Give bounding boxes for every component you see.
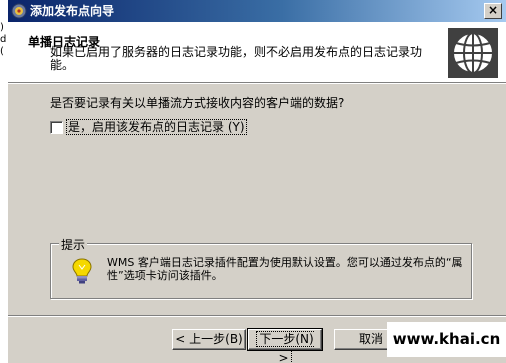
enable-logging-checkbox[interactable] [50,121,63,134]
background-glyph: ) [0,22,4,33]
watermark-text: www.khai.cn [387,322,506,357]
background-glyph: d [0,34,7,45]
media-services-icon [11,3,27,19]
back-button[interactable]: < 上一步(B) [172,329,246,350]
wizard-header: 单播日志记录 如果已启用了服务器的日志记录功能，则不必启用发布点的日志记录功能。 [8,22,506,82]
globe-icon [448,28,498,78]
background-window-strip: ) d ( [0,0,8,363]
background-glyph: ( [0,46,4,57]
wizard-dialog: 添加发布点向导 × 单播日志记录 如果已启用了服务器的日志记录功能，则不必启用发… [8,0,506,363]
enable-logging-label[interactable]: 是，启用该发布点的日志记录 (Y) [66,119,247,135]
tip-text: WMS 客户端日志记录插件配置为使用默认设置。您可以通过发布点的“属性”选项卡访… [107,256,463,282]
background-window-text: ) d ( [0,22,8,58]
tip-title: 提示 [59,236,88,253]
lightbulb-icon [72,258,92,284]
next-button-label: 下一步(N) > [256,331,314,363]
question-text: 是否要记录有关以单播流方式接收内容的客户端的数据? [50,96,345,110]
next-button[interactable]: 下一步(N) > [247,328,323,363]
title-bar[interactable]: 添加发布点向导 × [8,0,506,22]
header-divider [8,82,506,84]
tip-groupbox: 提示 WMS 客户端日志记录插件配置为使用默认设置。您可以通过发布点的“属性”选… [50,236,472,299]
footer-divider [8,315,506,317]
close-button[interactable]: × [484,3,502,19]
page-description: 如果已启用了服务器的日志记录功能，则不必启用发布点的日志记录功能。 [50,45,423,72]
window-title: 添加发布点向导 [30,4,115,18]
